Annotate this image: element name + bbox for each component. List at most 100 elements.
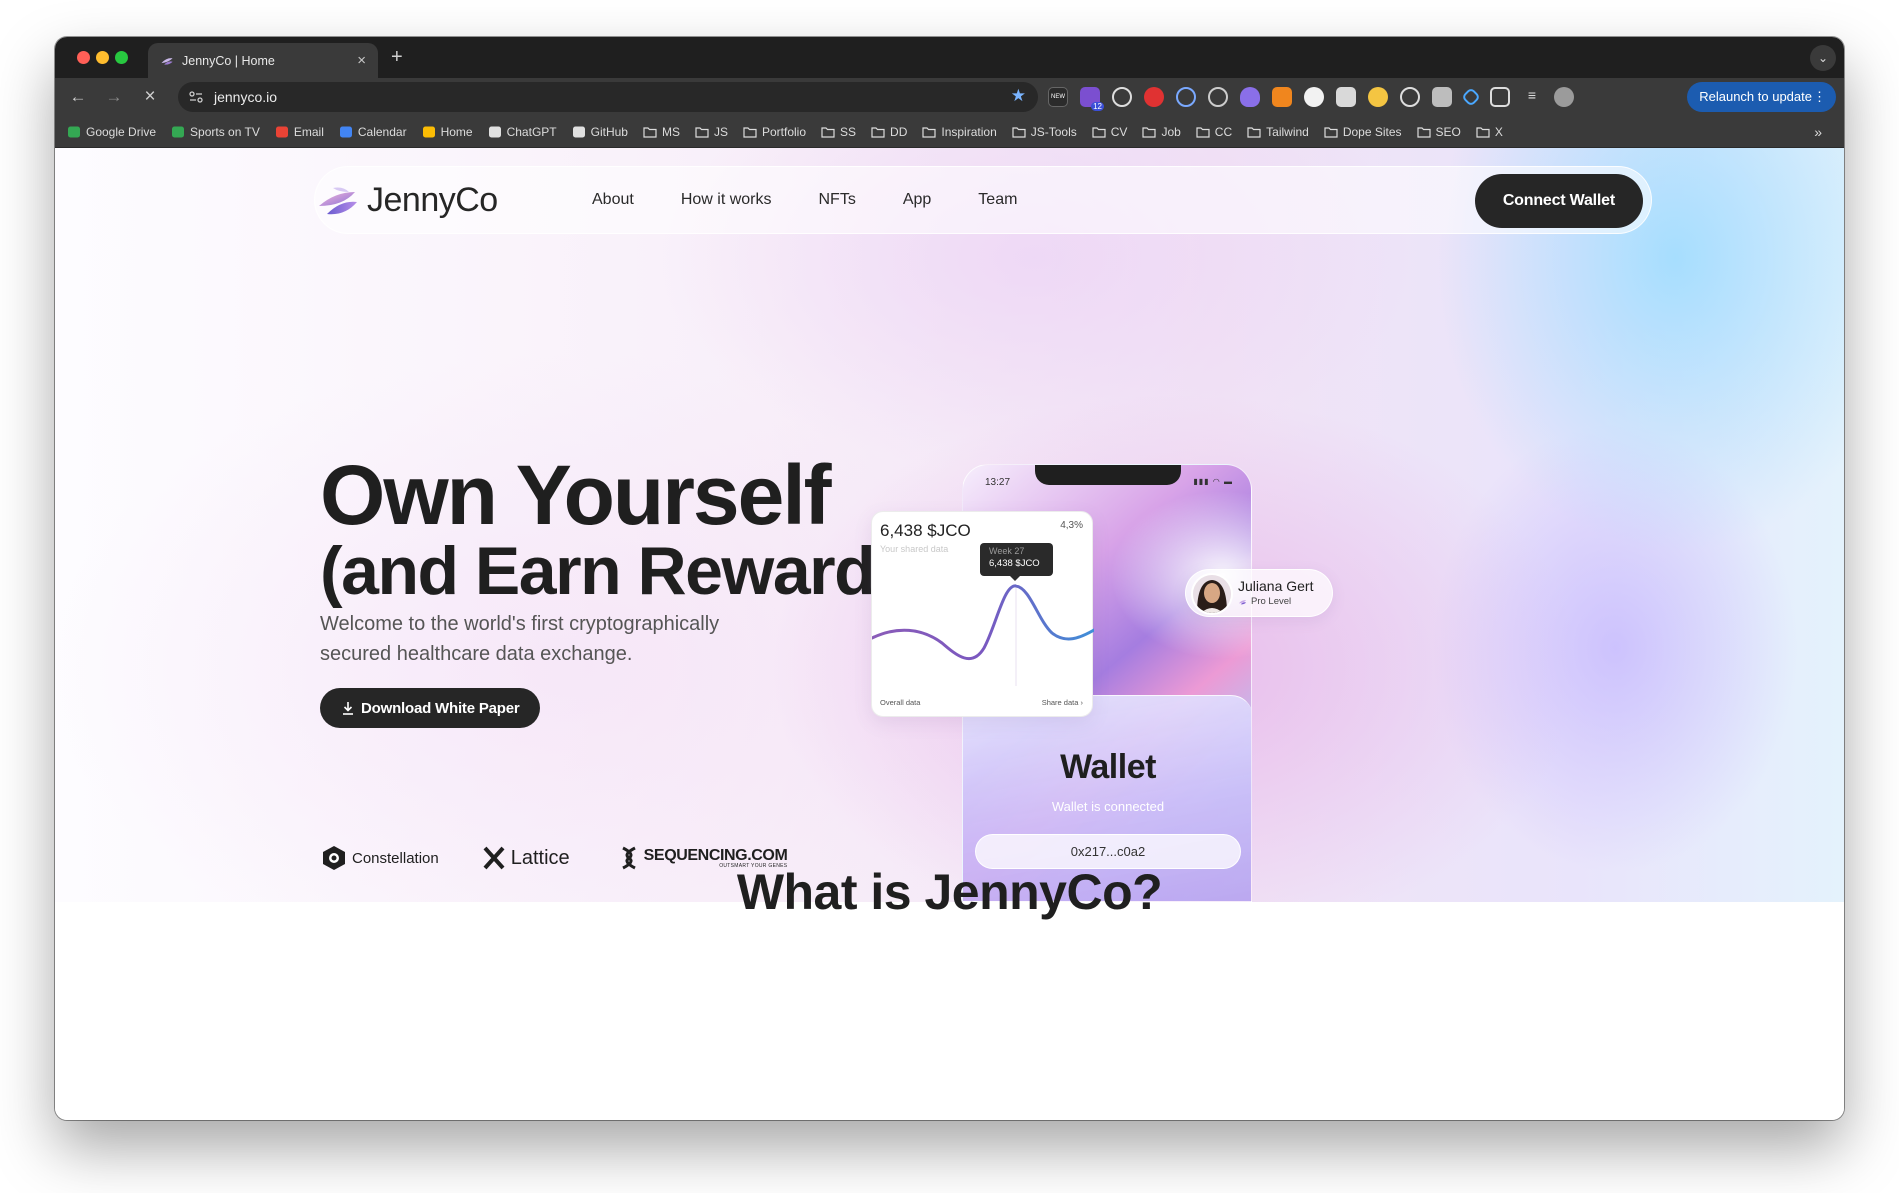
jennyco-logo-icon — [319, 187, 357, 214]
route-extension-icon[interactable] — [1112, 87, 1132, 107]
bookmark-item[interactable]: Dope Sites — [1324, 125, 1402, 139]
connect-wallet-button[interactable]: Connect Wallet — [1474, 174, 1643, 228]
bookmark-item[interactable]: JS — [695, 125, 728, 139]
reading-list-icon[interactable]: ≡ — [1522, 87, 1542, 107]
minimize-window-button[interactable] — [96, 51, 109, 64]
new-tab-button[interactable]: + — [391, 46, 403, 69]
bookmark-item[interactable]: MS — [643, 125, 680, 139]
profile-level-label: Pro Level — [1251, 596, 1292, 607]
kebab-menu-icon[interactable]: ⋮ — [1813, 82, 1826, 112]
color-picker-icon[interactable] — [1368, 87, 1388, 107]
bookmark-label: Tailwind — [1266, 125, 1309, 139]
tooltip-week: Week 27 — [989, 546, 1025, 556]
folder-icon — [821, 127, 835, 138]
map-pin-icon — [422, 126, 435, 138]
shared-data-line-chart — [872, 584, 1094, 686]
bookmark-item[interactable]: Tailwind — [1247, 125, 1309, 139]
avatar — [1191, 573, 1233, 615]
ghost-extension-icon[interactable] — [1240, 87, 1260, 107]
stop-loading-icon[interactable]: × — [139, 86, 161, 108]
bookmark-label: Google Drive — [86, 125, 157, 139]
profile-avatar[interactable] — [1554, 87, 1574, 107]
extension-badge-count: 12 — [1091, 102, 1104, 111]
react-devtools-icon[interactable] — [1176, 87, 1196, 107]
extension-badge-icon[interactable]: 12 — [1080, 87, 1104, 111]
bookmark-item[interactable]: Portfolio — [743, 125, 806, 139]
chevron-right-icon: › — [1080, 698, 1084, 707]
google-drive-icon — [68, 126, 80, 138]
profile-level: Pro Level — [1238, 596, 1291, 607]
bookmark-item[interactable]: Calendar — [339, 125, 407, 139]
tooltip-value: 6,438 $JCO — [989, 558, 1040, 569]
metamask-icon[interactable] — [1272, 87, 1292, 107]
nav-how-it-works[interactable]: How it works — [681, 191, 772, 209]
more-bookmarks-icon[interactable]: » — [1814, 124, 1822, 140]
folder-icon — [643, 127, 657, 138]
bookmark-item[interactable]: SEO — [1416, 125, 1461, 139]
new-extension-icon[interactable]: NEW — [1048, 87, 1068, 107]
folder-icon — [1324, 127, 1338, 138]
hero-subtitle: Welcome to the world's first cryptograph… — [320, 613, 720, 665]
bookmark-item[interactable]: Email — [275, 125, 324, 139]
profile-name: Juliana Gert — [1238, 578, 1314, 594]
bookmark-item[interactable]: DD — [871, 125, 907, 139]
grammarly-icon[interactable] — [1400, 87, 1420, 107]
bookmark-item[interactable]: JS-Tools — [1012, 125, 1077, 139]
folder-icon — [922, 127, 936, 138]
folder-icon — [1142, 127, 1157, 138]
bookmark-label: Portfolio — [761, 125, 807, 139]
shared-data-value: 6,438 $JCO — [880, 521, 971, 540]
nav-app[interactable]: App — [903, 191, 931, 209]
bookmark-label: Sports on TV — [190, 125, 260, 139]
site-navbar: JennyCo About How it works NFTs App Team… — [314, 166, 1652, 234]
bookmark-item[interactable]: X — [1476, 125, 1503, 139]
bookmark-item[interactable]: CC — [1196, 125, 1232, 139]
bookmark-item[interactable]: CV — [1092, 125, 1127, 139]
tab-strip: JennyCo | Home × + ⌄ — [55, 37, 1844, 78]
bookmark-item[interactable]: Home — [422, 125, 473, 139]
phone-notch — [1035, 465, 1181, 485]
address-bar[interactable]: jennyco.io ★ — [178, 82, 1038, 112]
close-window-button[interactable] — [77, 51, 90, 64]
bookmark-item[interactable]: Sports on TV — [171, 125, 260, 139]
bookmark-label: CC — [1214, 125, 1233, 139]
nav-nfts[interactable]: NFTs — [819, 191, 856, 209]
bookmark-item[interactable]: Google Drive — [67, 125, 156, 139]
screenshot-extension-icon[interactable] — [1432, 87, 1452, 107]
chart-tooltip: Week 27 6,438 $JCO — [980, 543, 1053, 581]
site-info-icon[interactable] — [188, 89, 204, 105]
browser-window: JennyCo | Home × + ⌄ ← → × jennyco.io ★ … — [55, 37, 1844, 1120]
relaunch-button[interactable]: Relaunch to update ⋮ — [1687, 82, 1836, 112]
shared-data-percent: 4,3% — [1060, 520, 1083, 531]
target-extension-icon[interactable] — [1208, 87, 1228, 107]
close-tab-icon[interactable]: × — [357, 53, 366, 68]
bookmark-item[interactable]: Inspiration — [922, 125, 997, 139]
nav-team[interactable]: Team — [978, 191, 1017, 209]
share-data-link[interactable]: Share data › — [1042, 698, 1083, 707]
tab-search-button[interactable]: ⌄ — [1810, 45, 1836, 71]
devtools-extension-icon[interactable] — [1461, 87, 1481, 107]
extensions-puzzle-icon[interactable] — [1490, 87, 1510, 107]
contrast-extension-icon[interactable] — [1304, 87, 1324, 107]
tab-jennyco[interactable]: JennyCo | Home × — [148, 43, 378, 78]
nav-about[interactable]: About — [592, 191, 634, 209]
avatar-portrait-icon — [1193, 575, 1231, 613]
download-white-paper-button[interactable]: Download White Paper — [320, 688, 540, 728]
record-extension-icon[interactable] — [1144, 87, 1164, 107]
maximize-window-button[interactable] — [115, 51, 128, 64]
shared-data-label: Your shared data — [880, 544, 949, 554]
relaunch-label: Relaunch to update — [1699, 89, 1812, 104]
back-arrow-icon[interactable]: ← — [67, 86, 89, 108]
bookmark-star-icon[interactable]: ★ — [1011, 86, 1026, 106]
jennyco-logo[interactable]: JennyCo — [315, 181, 498, 220]
web-page: JennyCo About How it works NFTs App Team… — [55, 148, 1844, 1120]
bookmark-item[interactable]: Job — [1142, 125, 1181, 139]
bookmark-item[interactable]: ChatGPT — [488, 125, 557, 139]
notes-extension-icon[interactable] — [1336, 87, 1356, 107]
bookmark-label: DD — [890, 125, 908, 139]
what-is-jennyco-heading: What is JennyCo? — [736, 864, 1163, 920]
hero-section: JennyCo About How it works NFTs App Team… — [55, 148, 1844, 902]
forward-arrow-icon[interactable]: → — [103, 86, 125, 108]
bookmark-item[interactable]: GitHub — [572, 125, 628, 139]
bookmark-item[interactable]: SS — [821, 125, 856, 139]
